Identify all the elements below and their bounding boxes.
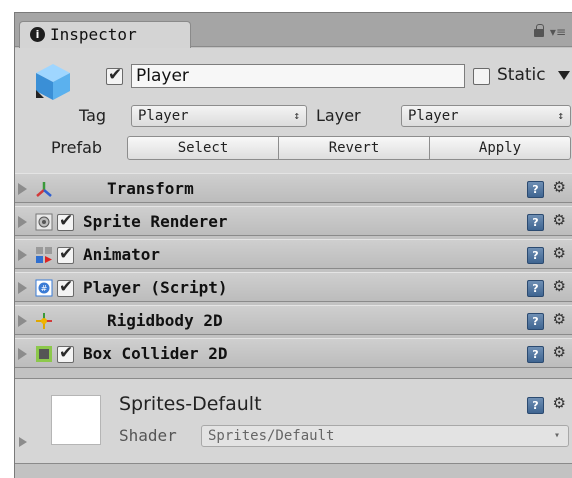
component-name: Rigidbody 2D bbox=[107, 311, 223, 330]
shader-value: Sprites/Default bbox=[208, 428, 335, 444]
shader-dropdown[interactable]: Sprites/Default ▾ bbox=[201, 425, 569, 447]
help-icon[interactable]: ? bbox=[527, 247, 544, 264]
static-dropdown-arrow-icon[interactable] bbox=[558, 71, 570, 80]
tag-value: Player bbox=[138, 108, 189, 124]
gear-icon[interactable]: ⚙ bbox=[553, 277, 566, 295]
screenshot-frame: i Inspector ▾≡ Player Static Tag Player … bbox=[0, 0, 572, 478]
prefab-select-button[interactable]: Select bbox=[127, 136, 279, 160]
foldout-arrow-icon[interactable] bbox=[18, 183, 27, 195]
component-sprite-renderer[interactable]: Sprite Renderer ? ⚙ bbox=[15, 206, 572, 236]
tab-label: Inspector bbox=[50, 25, 137, 44]
layer-dropdown-arrow-icon: ↕ bbox=[557, 109, 564, 122]
material-preview-thumbnail[interactable] bbox=[51, 395, 101, 445]
shader-dropdown-arrow-icon: ▾ bbox=[553, 430, 560, 441]
add-component-area bbox=[15, 465, 572, 478]
layer-dropdown[interactable]: Player ↕ bbox=[401, 105, 571, 127]
foldout-arrow-icon[interactable] bbox=[18, 282, 27, 294]
tag-dropdown-arrow-icon: ↕ bbox=[293, 109, 300, 122]
material-section: Sprites-Default Shader Sprites/Default ▾… bbox=[15, 378, 572, 464]
prefab-revert-button[interactable]: Revert bbox=[278, 136, 430, 160]
gameobject-cube-icon bbox=[36, 64, 70, 100]
animator-icon bbox=[36, 247, 52, 263]
foldout-arrow-icon[interactable] bbox=[18, 249, 27, 261]
box-collider-icon bbox=[36, 346, 52, 362]
active-checkbox[interactable] bbox=[106, 65, 123, 85]
tag-label: Tag bbox=[79, 106, 107, 125]
static-checkbox[interactable] bbox=[473, 68, 490, 85]
help-icon[interactable]: ? bbox=[527, 346, 544, 363]
help-icon[interactable]: ? bbox=[527, 181, 544, 198]
component-enabled-checkbox[interactable] bbox=[57, 244, 74, 264]
help-icon[interactable]: ? bbox=[527, 313, 544, 330]
component-player-script[interactable]: # Player (Script) ? ⚙ bbox=[15, 272, 572, 302]
gear-icon[interactable]: ⚙ bbox=[553, 343, 566, 361]
layer-label: Layer bbox=[316, 106, 361, 125]
material-foldout-arrow-icon[interactable] bbox=[19, 437, 27, 447]
foldout-arrow-icon[interactable] bbox=[18, 216, 27, 228]
component-name: Animator bbox=[83, 245, 161, 264]
component-name: Sprite Renderer bbox=[83, 212, 228, 231]
prefab-label: Prefab bbox=[51, 138, 103, 157]
component-name: Box Collider 2D bbox=[83, 344, 228, 363]
rigidbody2d-icon bbox=[36, 313, 52, 329]
gear-icon[interactable]: ⚙ bbox=[553, 244, 566, 262]
gear-icon[interactable]: ⚙ bbox=[553, 211, 566, 229]
tab-inspector[interactable]: i Inspector bbox=[19, 21, 191, 48]
gear-icon[interactable]: ⚙ bbox=[553, 310, 566, 328]
component-enabled-checkbox[interactable] bbox=[57, 343, 74, 363]
component-animator[interactable]: Animator ? ⚙ bbox=[15, 239, 572, 269]
material-name: Sprites-Default bbox=[119, 393, 262, 415]
lock-icon[interactable] bbox=[534, 24, 544, 37]
component-transform[interactable]: Transform ? ⚙ bbox=[15, 173, 572, 203]
component-name: Player (Script) bbox=[83, 278, 228, 297]
tag-dropdown[interactable]: Player ↕ bbox=[131, 105, 307, 127]
layer-value: Player bbox=[408, 108, 459, 124]
tab-bar: i Inspector ▾≡ bbox=[15, 13, 572, 48]
gameobject-name-field[interactable]: Player bbox=[131, 64, 465, 88]
foldout-arrow-icon[interactable] bbox=[18, 348, 27, 360]
help-icon[interactable]: ? bbox=[527, 214, 544, 231]
script-icon: # bbox=[35, 279, 53, 297]
gear-icon[interactable]: ⚙ bbox=[553, 394, 566, 412]
foldout-arrow-icon[interactable] bbox=[18, 315, 27, 327]
component-rigidbody-2d[interactable]: Rigidbody 2D ? ⚙ bbox=[15, 305, 572, 335]
inspector-panel: i Inspector ▾≡ Player Static Tag Player … bbox=[14, 12, 572, 478]
component-enabled-checkbox[interactable] bbox=[57, 277, 74, 297]
sprite-renderer-icon bbox=[35, 213, 53, 231]
static-label: Static bbox=[497, 65, 546, 85]
panel-menu-icon[interactable]: ▾≡ bbox=[550, 25, 566, 39]
info-icon: i bbox=[30, 27, 45, 42]
prefab-apply-button[interactable]: Apply bbox=[429, 136, 571, 160]
help-icon[interactable]: ? bbox=[527, 280, 544, 297]
help-icon[interactable]: ? bbox=[527, 397, 544, 414]
component-enabled-checkbox[interactable] bbox=[57, 211, 74, 231]
transform-icon bbox=[36, 182, 52, 197]
gameobject-header: Player Static Tag Player ↕ Layer Player … bbox=[15, 48, 572, 183]
svg-text:#: # bbox=[41, 284, 48, 293]
component-box-collider-2d[interactable]: Box Collider 2D ? ⚙ bbox=[15, 338, 572, 368]
gear-icon[interactable]: ⚙ bbox=[553, 178, 566, 196]
component-name: Transform bbox=[107, 179, 194, 198]
shader-label: Shader bbox=[119, 426, 177, 445]
